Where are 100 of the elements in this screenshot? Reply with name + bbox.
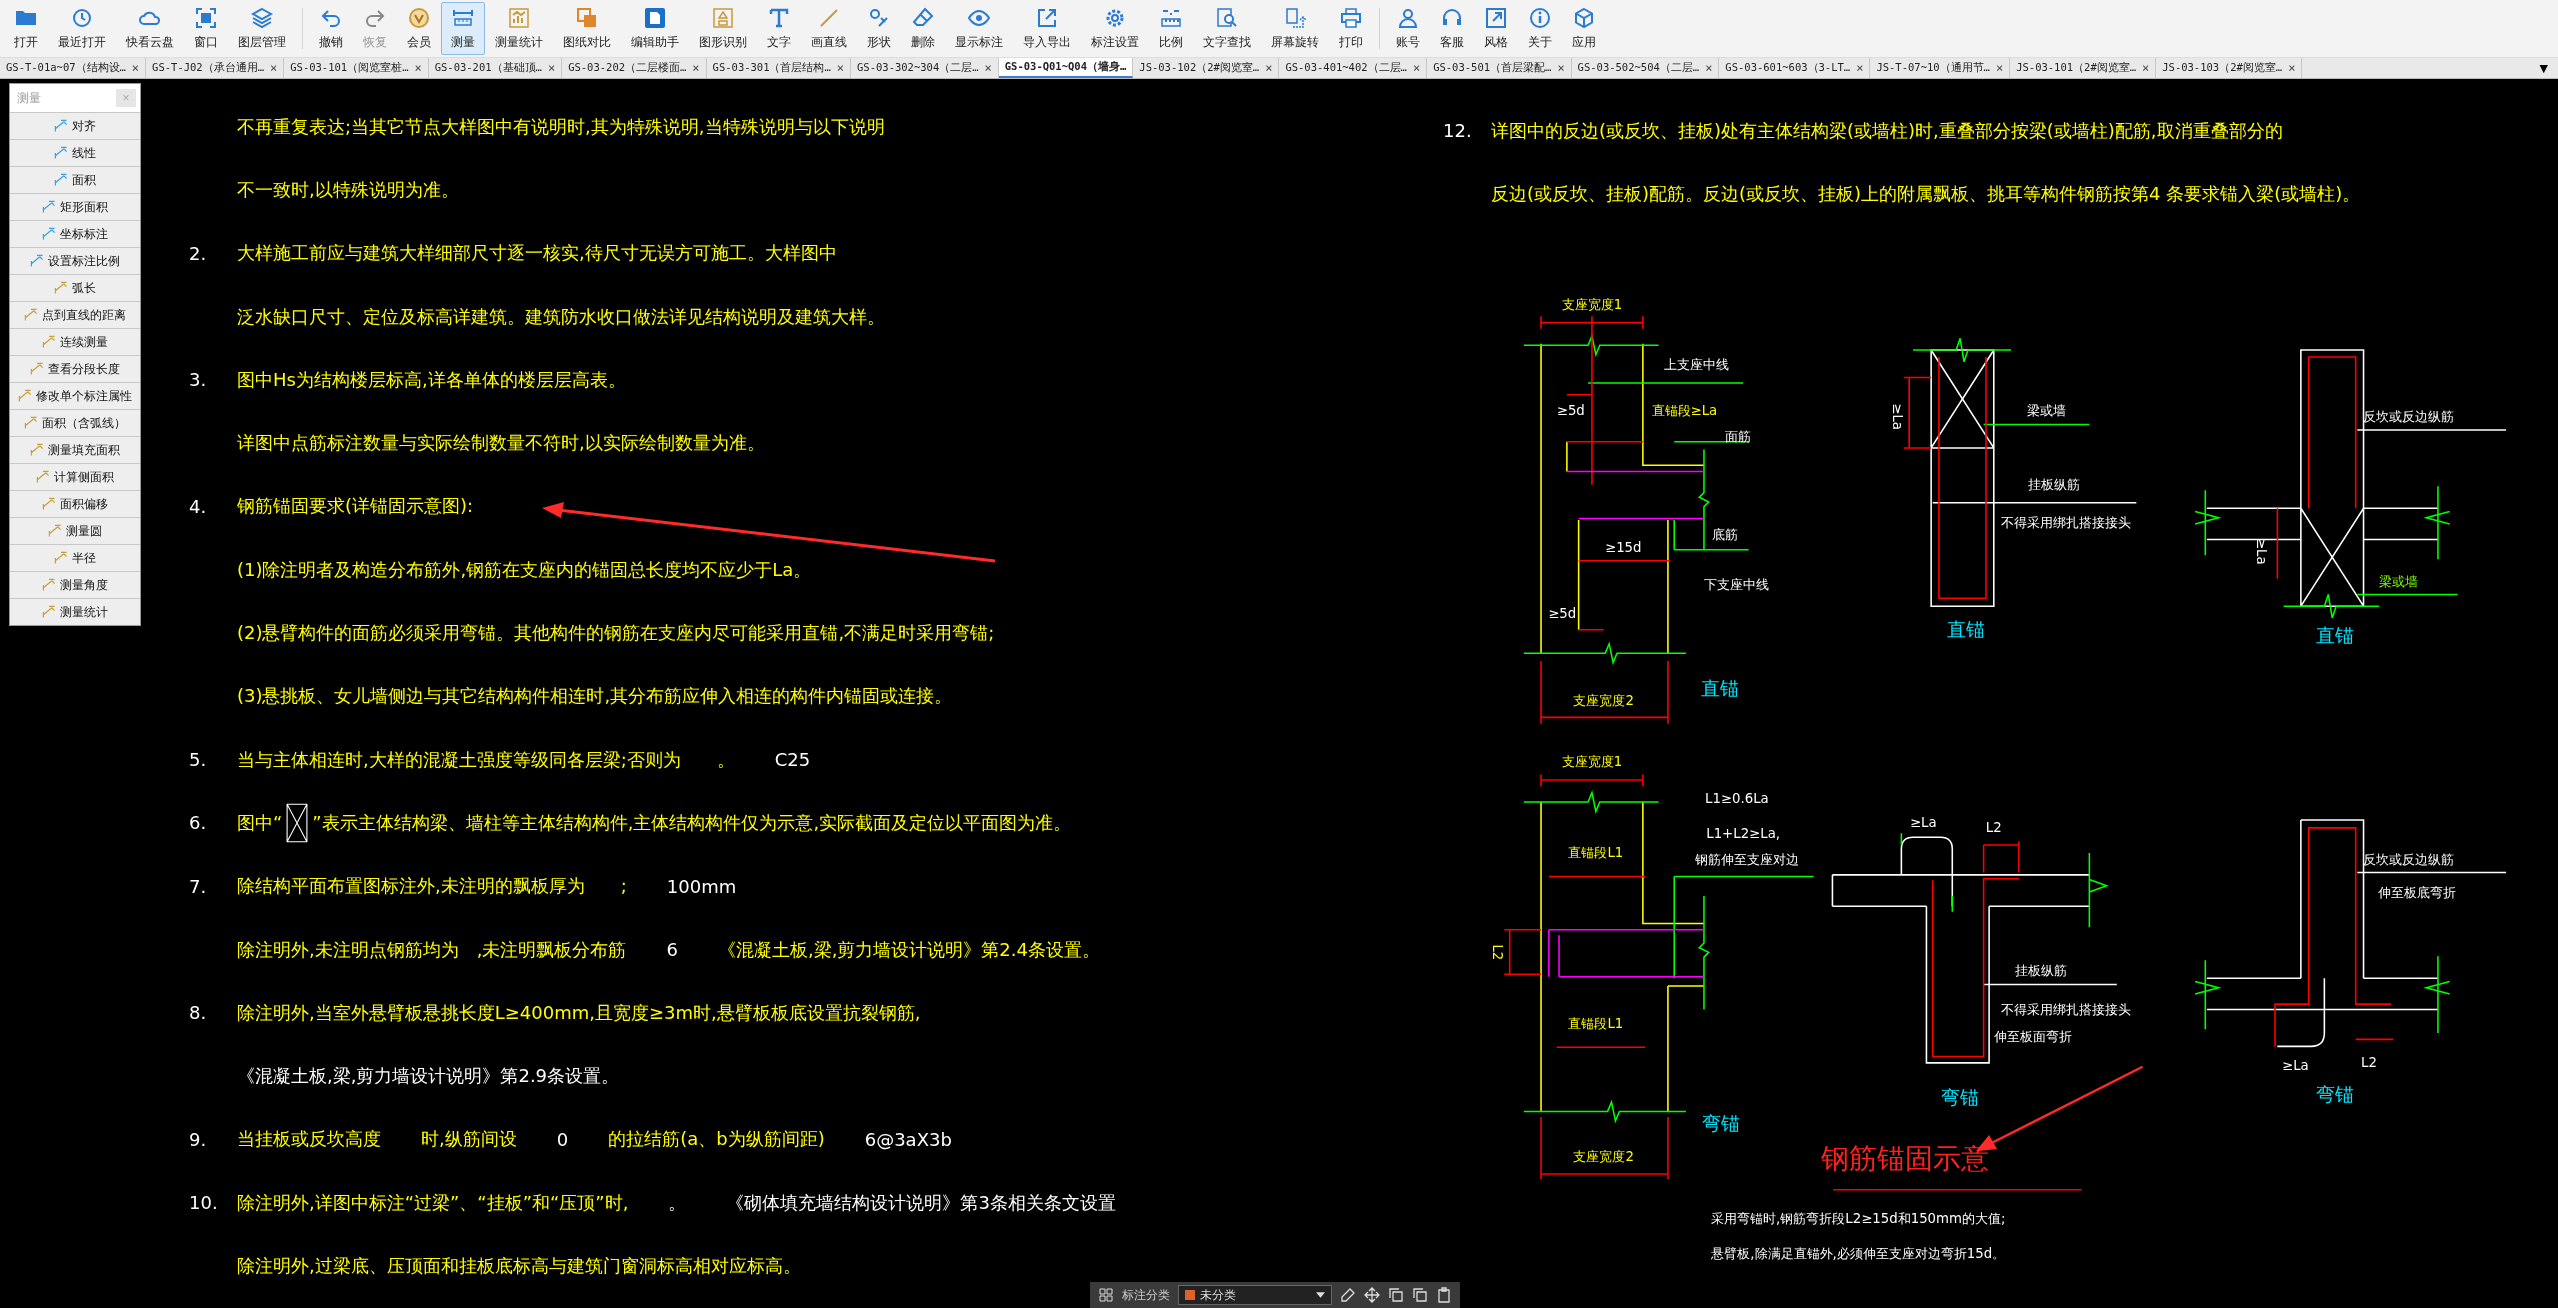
move-icon[interactable] xyxy=(1364,1287,1380,1303)
drawing-tab[interactable]: GS-03-301（首层结构… × xyxy=(706,58,852,78)
toolbar-button[interactable]: 导入导出 xyxy=(1013,2,1081,55)
close-tab-button[interactable]: × xyxy=(2288,61,2296,75)
measure-tool-item[interactable]: 面积 xyxy=(10,166,140,193)
toolbar-button[interactable]: 画直线 xyxy=(801,2,857,55)
measure-tool-item[interactable]: 矩形面积 xyxy=(10,193,140,220)
note-number: 9. xyxy=(189,1128,208,1150)
toolbar-button[interactable]: 图纸对比 xyxy=(553,2,621,55)
edit-icon[interactable] xyxy=(1340,1287,1356,1303)
detail-caption: 直锚 xyxy=(2315,625,2354,647)
toolbar-button[interactable]: 删除 xyxy=(901,2,945,55)
close-tab-button[interactable]: × xyxy=(547,61,556,75)
toolbar-button[interactable]: 最近打开 xyxy=(48,2,116,55)
measure-tool-item[interactable]: 修改单个标注属性 xyxy=(10,382,140,409)
drawing-tab[interactable]: GS-03-401~402（二层… × xyxy=(1279,58,1428,78)
dimension-icon xyxy=(42,497,56,511)
measure-tool-item[interactable]: 面积（含弧线） xyxy=(10,409,140,436)
measure-tool-item[interactable]: 对齐 xyxy=(10,112,140,139)
drawing-tab[interactable]: GS-03-101（阅览室桩… × xyxy=(284,58,429,78)
toolbar-button[interactable]: 风格 xyxy=(1474,2,1518,55)
measure-tool-item[interactable]: 查看分段长度 xyxy=(10,355,140,382)
drawing-tab[interactable]: GS-03-302~304（二层… × xyxy=(851,58,999,78)
close-tab-button[interactable]: × xyxy=(414,61,422,75)
drawing-tab[interactable]: GS-03-601~603（3-LT… × xyxy=(1719,58,1871,78)
measure-tool-item[interactable]: 面积偏移 xyxy=(10,490,140,517)
measure-tool-item[interactable]: 测量统计 xyxy=(10,598,140,625)
toolbar-button[interactable]: 会员 xyxy=(397,2,441,55)
drawing-label: 伸至板底弯折 xyxy=(2377,885,2456,901)
drawing-tab[interactable]: GS-03-Q01~Q04（墙身… xyxy=(998,58,1134,78)
drawing-tab[interactable]: JS-03-103（2#阅览室… × xyxy=(2156,58,2303,78)
measure-tool-item[interactable]: 弧长 xyxy=(10,274,140,301)
toolbar-button[interactable]: 文字 xyxy=(757,2,801,55)
toolbar-button[interactable]: 账号 xyxy=(1386,2,1430,55)
paste-icon[interactable] xyxy=(1436,1287,1452,1303)
copy-icon[interactable] xyxy=(1388,1287,1404,1303)
measure-tool-item[interactable]: 半径 xyxy=(10,544,140,571)
close-tab-button[interactable]: × xyxy=(1856,61,1864,75)
drawing-tab[interactable]: GS-03-201（基础顶… × xyxy=(428,58,563,78)
drawing-tab[interactable]: GS-T-01a~07（结构设… × xyxy=(0,58,147,78)
measure-tool-item[interactable]: 设置标注比例 xyxy=(10,247,140,274)
toolbar-button[interactable]: 打开 xyxy=(4,2,48,55)
measure-tool-item[interactable]: 测量填充面积 xyxy=(10,436,140,463)
drawing-tab[interactable]: JS-T-07~10（通用节… × xyxy=(1870,58,2011,78)
drawing-label: L2 xyxy=(1490,944,1506,961)
drawing-tab[interactable]: JS-03-101（2#阅览室… × xyxy=(2010,58,2157,78)
toolbar-button[interactable]: 窗口 xyxy=(184,2,228,55)
toolbar-button[interactable]: 文字查找 xyxy=(1193,2,1261,55)
measure-tool-item[interactable]: 连续测量 xyxy=(10,328,140,355)
note-text: (2)悬臂构件的面筋必须采用弯锚。其他构件的钢筋在支座内尽可能采用直锚,不满足时采用弯锚; xyxy=(237,621,995,645)
category-dropdown[interactable]: 未分类 xyxy=(1178,1285,1332,1305)
close-tab-button[interactable]: × xyxy=(1995,61,2004,75)
grid-icon xyxy=(1098,1287,1114,1303)
close-tab-button[interactable]: × xyxy=(984,61,992,75)
toolbar-button[interactable]: 打印 xyxy=(1329,2,1373,55)
measure-tool-item[interactable]: 计算侧面积 xyxy=(10,463,140,490)
toolbar-button[interactable]: 比例 xyxy=(1149,2,1193,55)
toolbar-button[interactable]: 应用 xyxy=(1562,2,1606,55)
toolbar-button[interactable]: 编辑助手 xyxy=(621,2,689,55)
drawing-tab[interactable]: GS-03-202（二层楼面… × xyxy=(562,58,707,78)
drawing-label: 伸至板面弯折 xyxy=(1993,1029,2072,1045)
toolbar-button[interactable]: 测量统计 xyxy=(485,2,553,55)
toolbar-button[interactable]: 屏幕旋转 xyxy=(1261,2,1329,55)
measure-tool-item[interactable]: 点到直线的距离 xyxy=(10,301,140,328)
close-tab-button[interactable]: × xyxy=(836,61,845,75)
dimension-icon xyxy=(30,254,44,268)
toolbar-button[interactable]: 撤销 xyxy=(309,2,353,55)
dimension-icon xyxy=(54,281,68,295)
drawing-tab[interactable]: GS-T-J02（承台通用… × xyxy=(146,58,285,78)
measure-tool-item[interactable]: 测量圆 xyxy=(10,517,140,544)
drawing-tab[interactable]: GS-03-501（首层梁配… × xyxy=(1427,58,1572,78)
close-tab-button[interactable]: × xyxy=(270,61,278,75)
drawing-tab[interactable]: GS-03-502~504（二层… × xyxy=(1571,58,1720,78)
drawing-label: 直锚段L1 xyxy=(1568,845,1624,861)
toolbar-button[interactable]: 快看云盘 xyxy=(116,2,184,55)
close-tab-button[interactable]: × xyxy=(1265,61,1273,75)
toolbar-button[interactable]: 形状 xyxy=(857,2,901,55)
toolbar-button[interactable]: 客服 xyxy=(1430,2,1474,55)
tab-list-dropdown[interactable]: ▼ xyxy=(2529,58,2558,78)
detail-caption: 弯锚 xyxy=(1941,1086,1980,1108)
note-text: 详图中的反边(或反坎、挂板)处有主体结构梁(或墙柱)时,重叠部分按梁(或墙柱)配筋,取消重叠部分的 xyxy=(1491,118,2283,143)
toolbar-button[interactable]: 图层管理 xyxy=(228,2,296,55)
toolbar-button[interactable]: 图形识别 xyxy=(689,2,757,55)
close-tab-button[interactable]: × xyxy=(2142,61,2150,75)
toolbar-button[interactable]: 测量 xyxy=(441,2,485,55)
panel-title: 测量 xyxy=(17,89,41,107)
toolbar-button[interactable]: 标注设置 xyxy=(1081,2,1149,55)
close-tab-button[interactable]: × xyxy=(1705,61,1713,75)
toolbar-button[interactable]: 显示标注 xyxy=(945,2,1013,55)
close-tab-button[interactable]: × xyxy=(1557,61,1565,75)
drawing-tab[interactable]: JS-03-102（2#阅览室… × xyxy=(1133,58,1280,78)
measure-tool-item[interactable]: 坐标标注 xyxy=(10,220,140,247)
measure-tool-item[interactable]: 线性 xyxy=(10,139,140,166)
toolbar-button[interactable]: 关于 xyxy=(1518,2,1562,55)
measure-tool-item[interactable]: 测量角度 xyxy=(10,571,140,598)
copy-icon[interactable] xyxy=(1412,1287,1428,1303)
close-tab-button[interactable]: × xyxy=(131,61,140,75)
note-text: 当挂板或反坎高度 xyxy=(237,1127,381,1152)
close-tab-button[interactable]: × xyxy=(1412,61,1421,75)
close-tab-button[interactable]: × xyxy=(692,61,700,75)
